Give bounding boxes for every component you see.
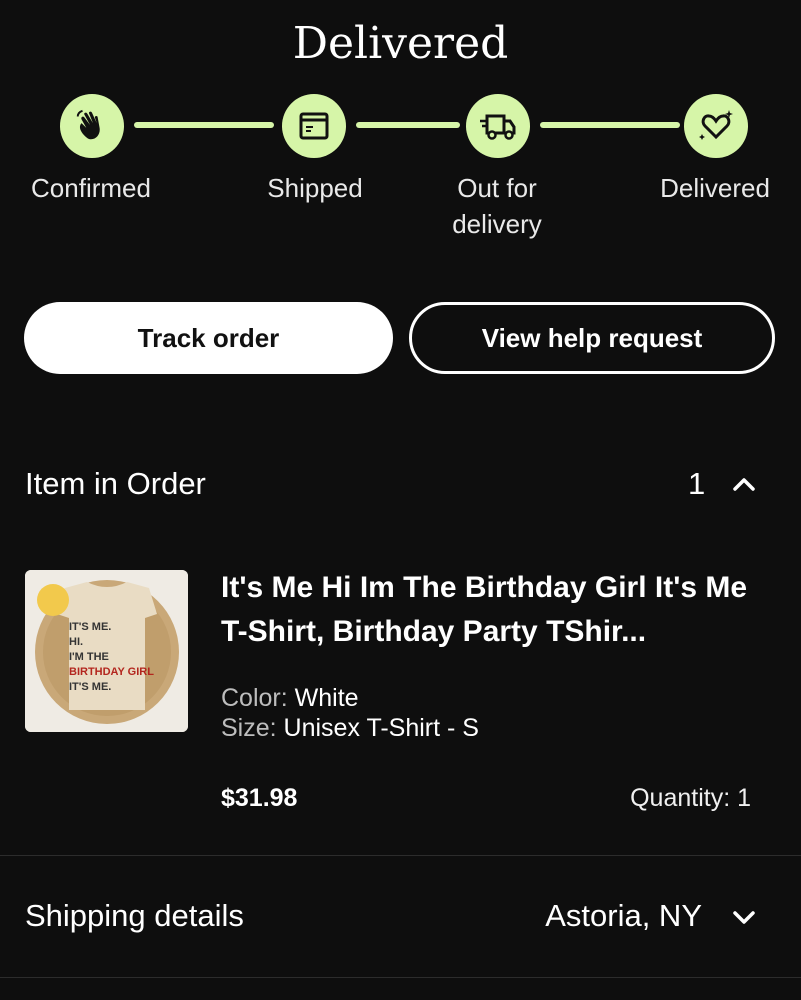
divider: [0, 977, 801, 978]
product-size: Size: Unisex T-Shirt - S: [221, 714, 479, 743]
shirt-print-text: IT'S ME. HI. I'M THE BIRTHDAY GIRL IT'S …: [69, 620, 154, 695]
shirt-line: I'M THE: [69, 651, 109, 663]
size-value: Unisex T-Shirt - S: [283, 714, 479, 742]
chevron-up-icon[interactable]: [731, 475, 757, 493]
chevron-down-icon[interactable]: [731, 909, 757, 927]
shirt-line: IT'S ME.: [69, 621, 112, 633]
product-price: $31.98: [221, 784, 298, 812]
size-label: Size:: [221, 714, 277, 742]
heart-sparkle-icon: [699, 110, 733, 140]
progress-line: [134, 122, 274, 128]
shipping-location[interactable]: Astoria, NY: [545, 898, 702, 934]
step-label-delivered: Delivered: [660, 173, 770, 203]
shirt-line: IT'S ME.: [69, 681, 112, 693]
step-delivered: [684, 94, 748, 158]
product-title[interactable]: It's Me Hi Im The Birthday Girl It's Me …: [221, 566, 761, 654]
divider: [0, 855, 801, 856]
view-help-request-button[interactable]: View help request: [409, 302, 775, 374]
delivery-truck-icon: [480, 114, 516, 140]
shipping-details-title[interactable]: Shipping details: [25, 898, 244, 934]
product-color: Color: White: [221, 684, 359, 713]
color-label: Color:: [221, 684, 288, 712]
step-out-for-delivery: [466, 94, 530, 158]
shirt-line: HI.: [69, 636, 84, 648]
progress-line: [356, 122, 460, 128]
page-title: Delivered: [292, 18, 509, 69]
waving-hand-icon: [76, 109, 100, 140]
product-image[interactable]: IT'S ME. HI. I'M THE BIRTHDAY GIRL IT'S …: [25, 570, 188, 732]
progress-line: [540, 122, 680, 128]
shirt-line: BIRTHDAY GIRL: [69, 666, 154, 678]
order-progress-tracker: [0, 94, 801, 158]
package-box-icon: [299, 112, 329, 140]
items-section-title: Item in Order: [25, 466, 206, 501]
track-order-button[interactable]: Track order: [24, 302, 393, 374]
product-quantity: Quantity: 1: [630, 784, 751, 812]
step-label-shipped: Shipped: [267, 173, 363, 203]
step-label-out-for-delivery: Out for delivery: [452, 173, 542, 239]
step-shipped: [282, 94, 346, 158]
color-value: White: [294, 684, 359, 712]
item-count: 1: [688, 466, 706, 501]
step-confirmed: [60, 94, 124, 158]
step-label-confirmed: Confirmed: [31, 173, 151, 203]
